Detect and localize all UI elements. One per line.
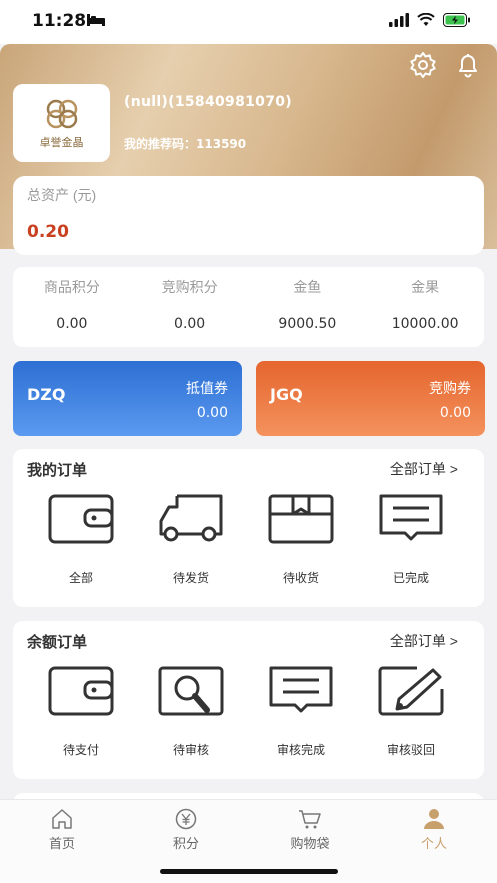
order-item-completed[interactable]: 已完成 <box>356 493 466 593</box>
balance-item-review-rejected[interactable]: 审核驳回 <box>356 665 466 765</box>
home-indicator <box>160 869 338 874</box>
balance-item-pending-review[interactable]: 待审核 <box>136 665 246 765</box>
balance-item-label: 待审核 <box>172 743 209 757</box>
order-item-label: 已完成 <box>392 571 429 585</box>
tab-label: 个人 <box>420 836 447 851</box>
voucher-code: DZQ <box>27 385 66 404</box>
settings-gear-icon[interactable] <box>408 50 438 80</box>
yen-icon <box>175 808 197 830</box>
wifi-icon <box>417 12 435 32</box>
balance-item-label: 审核驳回 <box>386 743 435 757</box>
order-item-all[interactable]: 全部 <box>26 493 136 593</box>
points-label: 金果 <box>411 279 440 295</box>
order-item-label: 待收货 <box>282 571 319 585</box>
message-icon <box>269 666 333 713</box>
tab-home[interactable]: 首页 <box>12 808 112 852</box>
voucher-name: 抵值券 <box>186 380 228 396</box>
points-label: 金鱼 <box>293 279 322 295</box>
points-value: 9000.50 <box>278 316 337 332</box>
voucher-card-dzq[interactable]: DZQ 抵值券 0.00 <box>13 361 242 436</box>
balance-orders-view-all-link[interactable]: 全部订单 > <box>390 631 458 651</box>
points-value: 0.00 <box>174 316 206 332</box>
order-item-pending-shipment[interactable]: 待发货 <box>136 493 246 593</box>
order-item-label: 全部 <box>68 571 93 585</box>
voucher-value: 0.00 <box>196 405 228 421</box>
tab-label: 购物袋 <box>290 836 330 851</box>
points-label: 商品积分 <box>43 279 100 295</box>
balance-orders-title: 余额订单 <box>27 634 88 651</box>
wallet-icon <box>48 666 114 716</box>
truck-icon <box>159 494 223 542</box>
sleep-focus-icon <box>86 13 106 32</box>
my-orders-card: 我的订单 全部订单 > 全部 待发货 待收货 已完成 <box>13 449 484 607</box>
balance-item-label: 待支付 <box>62 743 99 757</box>
voucher-code: JGQ <box>270 385 303 404</box>
tab-shopping-bag[interactable]: 购物袋 <box>260 808 360 852</box>
battery-icon <box>443 13 471 32</box>
voucher-name: 竞购券 <box>429 380 471 396</box>
cart-icon <box>299 810 321 829</box>
total-assets-card[interactable]: 总资产 (元) 0.20 <box>13 176 484 255</box>
points-value: 0.00 <box>56 316 88 332</box>
referral-code: 113590 <box>196 137 247 151</box>
person-icon <box>424 809 444 829</box>
tab-label: 积分 <box>172 836 199 851</box>
total-assets-label: 总资产 (元) <box>27 187 97 203</box>
my-orders-title: 我的订单 <box>27 462 88 479</box>
voucher-value: 0.00 <box>439 405 471 421</box>
referral-code-line: 我的推荐码：113590 <box>124 135 246 152</box>
points-item-goldfish[interactable]: 金鱼 9000.50 <box>249 267 367 347</box>
total-assets-value: 0.20 <box>27 222 69 242</box>
tab-label: 首页 <box>48 836 75 851</box>
user-name: (null)(15840981070) <box>124 94 292 110</box>
brand-knot-icon <box>46 99 77 129</box>
order-item-label: 待发货 <box>172 571 209 585</box>
points-item-goldfruit[interactable]: 金果 10000.00 <box>366 267 484 347</box>
voucher-card-jgq[interactable]: JGQ 竞购券 0.00 <box>256 361 485 436</box>
points-value: 10000.00 <box>391 316 459 332</box>
my-orders-view-all-link[interactable]: 全部订单 > <box>390 459 458 479</box>
edit-icon <box>378 666 444 716</box>
notification-bell-icon[interactable] <box>453 50 483 80</box>
balance-item-label: 审核完成 <box>276 743 325 757</box>
signal-icon <box>389 13 409 32</box>
home-icon <box>52 809 72 829</box>
balance-item-review-complete[interactable]: 审核完成 <box>246 665 356 765</box>
points-item-bidding[interactable]: 竞购积分 0.00 <box>131 267 249 347</box>
search-icon <box>158 666 224 716</box>
tab-profile[interactable]: 个人 <box>384 808 484 852</box>
order-item-pending-receipt[interactable]: 待收货 <box>246 493 356 593</box>
balance-item-pending-payment[interactable]: 待支付 <box>26 665 136 765</box>
status-bar: 11:28 <box>0 0 497 44</box>
wallet-icon <box>48 494 114 544</box>
tab-points[interactable]: 积分 <box>136 808 236 852</box>
referral-label: 我的推荐码： <box>124 137 197 151</box>
points-summary-card: 商品积分 0.00 竞购积分 0.00 金鱼 9000.50 金果 10000.… <box>13 267 484 347</box>
points-item-goods[interactable]: 商品积分 0.00 <box>13 267 131 347</box>
message-icon <box>379 494 443 541</box>
status-time: 11:28 <box>32 11 87 31</box>
points-label: 竞购积分 <box>161 279 218 295</box>
logo-text: 卓誉金晶 <box>39 136 84 149</box>
avatar-logo[interactable]: 卓誉金晶 <box>13 84 110 162</box>
balance-orders-card: 余额订单 全部订单 > 待支付 待审核 审核完成 审核驳回 <box>13 621 484 779</box>
box-icon <box>268 494 334 544</box>
